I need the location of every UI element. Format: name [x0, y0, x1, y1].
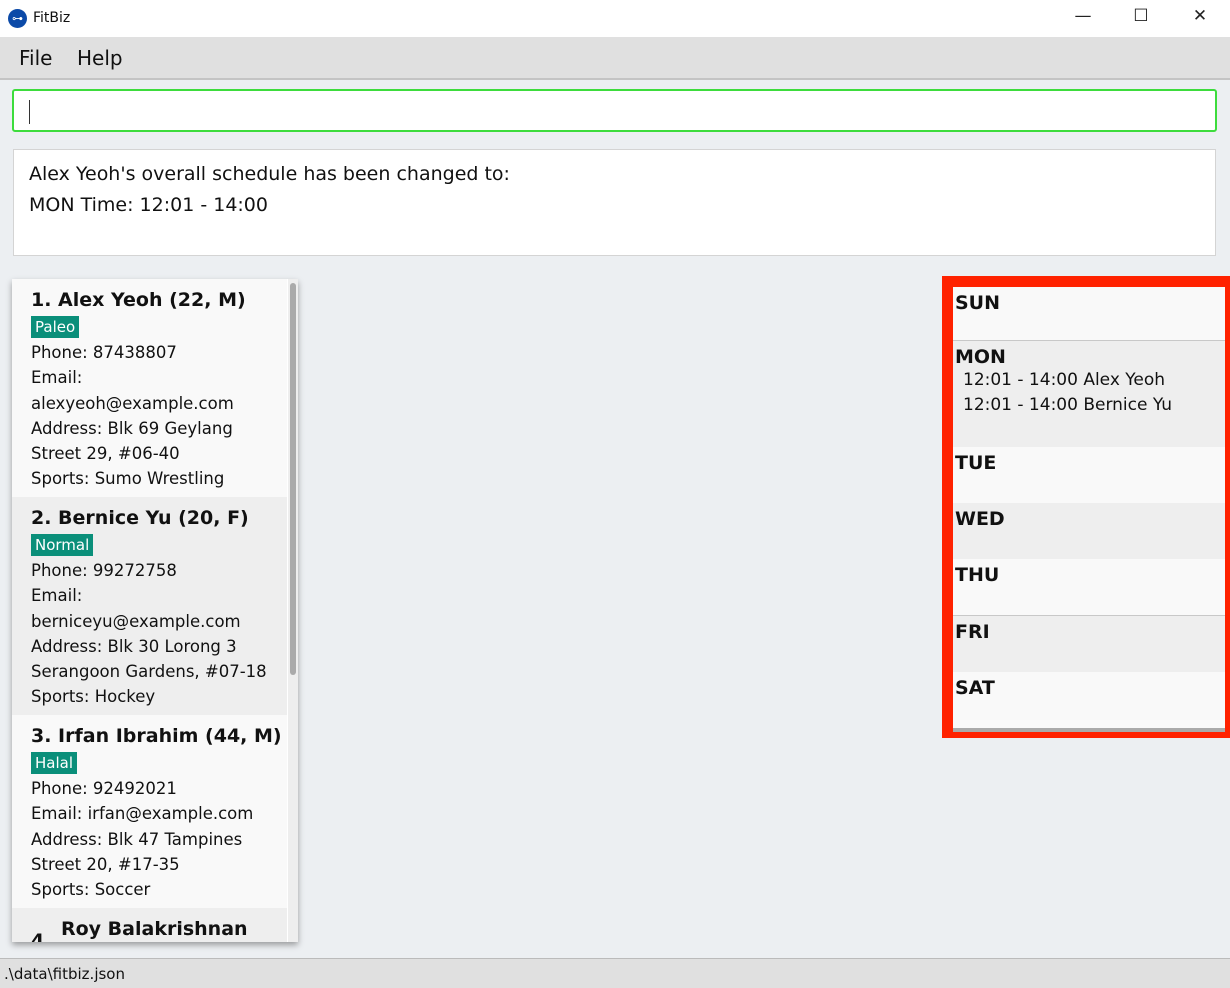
sports: Sports: Soccer	[31, 880, 151, 900]
email-label: Email:	[31, 368, 83, 388]
maximize-icon[interactable]: ☐	[1126, 6, 1156, 26]
person-name: Roy Balakrishnan	[61, 918, 248, 940]
save-path: .\data\fitbiz.json	[4, 965, 125, 983]
person-index: 4.	[31, 930, 52, 942]
person-card[interactable]: 1. Alex Yeoh (22, M) Paleo Phone: 874388…	[12, 279, 287, 497]
schedule-event[interactable]: 12:01 - 14:00 Alex Yeoh	[955, 368, 1223, 393]
email: berniceyu@example.com	[31, 611, 241, 631]
close-icon[interactable]: ✕	[1185, 6, 1215, 26]
person-card[interactable]: 4. Roy Balakrishnan	[12, 908, 287, 942]
text-caret	[29, 100, 30, 124]
diet-tag: Paleo	[31, 316, 80, 338]
dumbbell-logo-icon: ⊶	[8, 9, 27, 28]
menu-help[interactable]: Help	[77, 46, 123, 70]
address: Address: Blk 69 Geylang	[31, 418, 233, 438]
day-thu: THU	[953, 559, 1225, 616]
person-name: 2. Bernice Yu (20, F)	[31, 507, 249, 529]
person-card[interactable]: 3. Irfan Ibrahim (44, M) Halal Phone: 92…	[12, 715, 287, 908]
day-label: SUN	[955, 292, 1001, 314]
minimize-icon[interactable]: —	[1068, 6, 1098, 26]
address: Address: Blk 30 Lorong 3	[31, 636, 237, 656]
schedule-event[interactable]: 12:01 - 14:00 Bernice Yu	[955, 393, 1223, 418]
result-line: MON Time: 12:01 - 14:00	[29, 194, 268, 216]
phone: Phone: 99272758	[31, 561, 177, 580]
address: Address: Blk 47 Tampines	[31, 829, 243, 849]
day-wed: WED	[953, 503, 1225, 559]
person-card[interactable]: 2. Bernice Yu (20, F) Normal Phone: 9927…	[12, 497, 287, 715]
app-title: FitBiz	[33, 10, 71, 26]
menu-file[interactable]: File	[19, 46, 52, 70]
day-sat: SAT	[953, 672, 1225, 732]
email: Email: irfan@example.com	[31, 804, 254, 824]
email-label: Email:	[31, 586, 83, 606]
person-name: 1. Alex Yeoh (22, M)	[31, 289, 246, 311]
phone: Phone: 87438807	[31, 343, 177, 362]
diet-tag: Normal	[31, 534, 94, 556]
command-input[interactable]	[12, 89, 1217, 132]
day-label: TUE	[955, 452, 997, 474]
sports: Sports: Sumo Wrestling	[31, 469, 225, 489]
email: alexyeoh@example.com	[31, 393, 234, 413]
weekly-schedule: SUN MON 12:01 - 14:00 Alex Yeoh 12:01 - …	[942, 276, 1230, 738]
day-label: THU	[955, 564, 1000, 586]
menu-bar: File Help	[0, 37, 1230, 80]
day-label: MON	[955, 346, 1006, 368]
address-cont: Street 29, #06-40	[31, 444, 180, 464]
diet-tag: Halal	[31, 752, 77, 774]
phone: Phone: 92492021	[31, 779, 177, 798]
day-fri: FRI	[953, 616, 1225, 672]
day-label: FRI	[955, 621, 990, 643]
address-cont: Serangoon Gardens, #07-18	[31, 662, 267, 682]
status-bar: .\data\fitbiz.json	[0, 958, 1230, 988]
day-sun: SUN	[953, 287, 1225, 341]
day-label: WED	[955, 508, 1005, 530]
day-tue: TUE	[953, 447, 1225, 503]
day-label: SAT	[955, 677, 995, 699]
day-mon: MON 12:01 - 14:00 Alex Yeoh 12:01 - 14:0…	[953, 341, 1225, 447]
result-line: Alex Yeoh's overall schedule has been ch…	[29, 163, 510, 185]
scrollbar-thumb[interactable]	[290, 283, 296, 675]
result-display: Alex Yeoh's overall schedule has been ch…	[13, 149, 1216, 256]
person-list[interactable]: 1. Alex Yeoh (22, M) Paleo Phone: 874388…	[12, 279, 298, 942]
title-bar: ⊶ FitBiz — ☐ ✕	[0, 0, 1230, 37]
person-name: 3. Irfan Ibrahim (44, M)	[31, 725, 282, 747]
address-cont: Street 20, #17-35	[31, 854, 180, 874]
scrollbar[interactable]	[288, 279, 298, 942]
sports: Sports: Hockey	[31, 687, 156, 707]
